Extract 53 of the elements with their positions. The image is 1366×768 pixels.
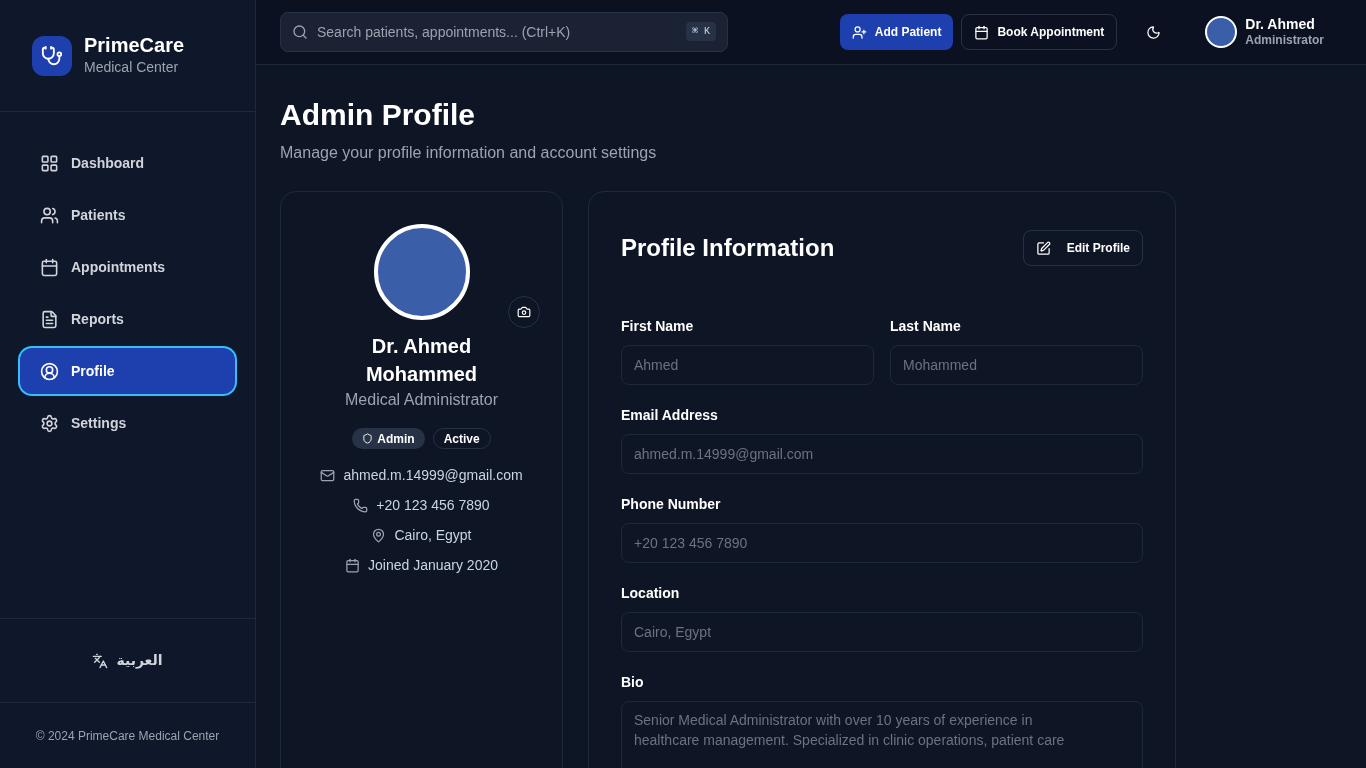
field-label: Bio (621, 673, 645, 692)
sidebar-item[interactable]: Dashboard (20, 140, 235, 186)
calendar-icon (345, 558, 360, 573)
field-label: Email Address (621, 406, 719, 425)
profile-name: Dr. Ahmed Mohammed (364, 334, 479, 387)
status-badge: Admin (352, 428, 425, 449)
edit-profile-button[interactable]: Edit Profile (1022, 230, 1143, 266)
sidebar-item[interactable]: Profile (20, 348, 235, 394)
field-label: First Name (621, 317, 695, 336)
shield-icon (362, 433, 374, 444)
users-icon (40, 205, 59, 225)
user-name: Dr. Ahmed (1245, 16, 1316, 32)
phone-icon (353, 498, 369, 513)
field-label: Phone Number (621, 495, 722, 514)
calendar-icon (974, 24, 990, 40)
mail-icon (320, 468, 336, 483)
edit-icon (1035, 240, 1051, 256)
camera-icon (516, 305, 531, 319)
sidebar-item[interactable]: Appointments (20, 244, 235, 290)
map-pin-icon (371, 528, 387, 543)
section-title: Profile Information (621, 233, 835, 263)
page-subtitle: Manage your profile information and account settings (280, 143, 658, 163)
user-plus-icon (851, 24, 867, 40)
translate-icon (92, 652, 109, 669)
contact-detail: Cairo, Egypt (394, 526, 472, 545)
contact-detail: ahmed.m.14999@gmail.com (343, 466, 523, 485)
contact-detail: +20 123 456 7890 (376, 496, 490, 515)
language-button[interactable]: العربية (92, 650, 163, 671)
field-label: Location (621, 584, 681, 603)
brand-subtitle: Medical Center (84, 58, 180, 77)
moon-icon (1145, 24, 1161, 40)
add-patient-button[interactable]: Add Patient (839, 14, 954, 50)
logo-icon (32, 35, 72, 76)
page-title: Admin Profile (280, 97, 476, 133)
gear-icon (40, 413, 59, 433)
grid-icon (40, 153, 59, 173)
profile-role: Medical Administrator (345, 390, 498, 410)
contact-detail: Joined January 2020 (368, 556, 498, 575)
shortcut-badge: ⌘ K (685, 22, 716, 41)
sidebar-item[interactable]: Patients (20, 192, 235, 238)
copyright-text: © 2024 PrimeCare Medical Center (35, 727, 220, 745)
avatar-placeholder (1205, 16, 1238, 48)
camera-button[interactable] (507, 296, 540, 328)
search-icon (292, 24, 308, 40)
sidebar-item[interactable]: Reports (20, 296, 235, 342)
calendar-icon (40, 257, 59, 277)
user-circle-icon (40, 361, 59, 381)
user-role: Administrator (1245, 32, 1324, 48)
sidebar-item[interactable]: Settings (20, 400, 235, 446)
field-label: Last Name (890, 317, 962, 336)
brand-name: PrimeCare (84, 33, 185, 57)
book-appointment-button[interactable]: Book Appointment (961, 14, 1118, 50)
document-icon (40, 309, 59, 329)
